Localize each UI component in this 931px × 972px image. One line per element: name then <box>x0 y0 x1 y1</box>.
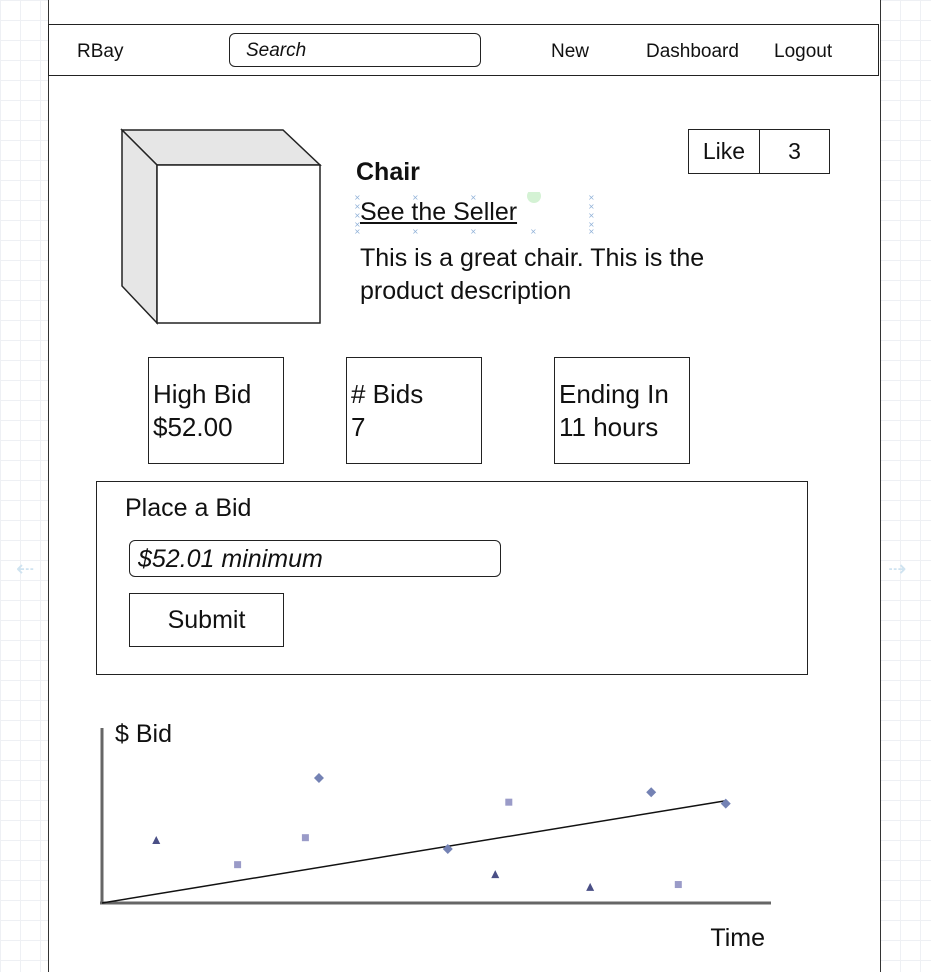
x-axis-label: Time <box>710 924 765 952</box>
top-navbar: RBay Search New Dashboard Logout <box>48 24 879 76</box>
data-point-8 <box>586 882 595 891</box>
svg-text:×: × <box>354 227 361 234</box>
stat-value: 11 hours <box>559 412 659 442</box>
nav-link-new[interactable]: New <box>551 41 589 63</box>
trend-line <box>101 800 726 904</box>
prev-page-arrow-icon[interactable]: ⇠ <box>16 556 34 582</box>
next-page-arrow-icon[interactable]: ⇢ <box>888 556 906 582</box>
data-point-4 <box>313 773 324 784</box>
stat-ending-in: Ending In 11 hours <box>554 357 690 464</box>
search-input[interactable]: Search <box>229 33 481 67</box>
data-point-2 <box>234 861 242 869</box>
stat-label: # Bids <box>351 379 424 409</box>
product-description: This is a great chair. This is the produ… <box>360 244 705 305</box>
stat-value: $52.00 <box>153 412 233 442</box>
svg-text:×: × <box>588 211 595 220</box>
place-bid-panel: Place a Bid Submit <box>96 481 808 675</box>
svg-text:×: × <box>588 202 595 211</box>
product-image <box>120 128 322 325</box>
stat-high-bid: High Bid $52.00 <box>148 357 284 464</box>
nav-link-logout[interactable]: Logout <box>774 41 832 63</box>
data-point-3 <box>301 834 309 842</box>
data-point-1 <box>152 836 161 845</box>
data-point-6 <box>491 870 500 879</box>
see-seller-link[interactable]: See the Seller <box>360 198 517 227</box>
product-title: Chair <box>356 158 420 186</box>
y-axis-label: $ Bid <box>115 720 172 748</box>
submit-bid-button[interactable]: Submit <box>129 593 284 647</box>
data-point-9 <box>646 787 657 798</box>
brand-logo[interactable]: RBay <box>77 41 123 63</box>
like-widget[interactable]: Like 3 <box>688 129 830 174</box>
place-bid-heading: Place a Bid <box>125 494 252 522</box>
bid-amount-input[interactable] <box>129 540 501 577</box>
svg-text:×: × <box>588 227 595 234</box>
nav-link-dashboard[interactable]: Dashboard <box>646 41 739 63</box>
stat-label: Ending In <box>559 379 669 409</box>
svg-text:×: × <box>588 193 595 202</box>
data-point-10 <box>674 881 682 889</box>
stat-value: 7 <box>351 412 366 442</box>
bid-history-chart: $ Bid Time <box>100 720 771 952</box>
data-point-7 <box>505 798 513 806</box>
like-button[interactable]: Like <box>689 130 760 173</box>
stat-bid-count: # Bids 7 <box>346 357 482 464</box>
svg-text:×: × <box>412 227 419 234</box>
svg-text:×: × <box>530 227 537 234</box>
stat-label: High Bid <box>153 379 252 409</box>
svg-text:×: × <box>470 227 477 234</box>
data-point-11 <box>720 798 731 809</box>
like-count: 3 <box>788 138 801 164</box>
